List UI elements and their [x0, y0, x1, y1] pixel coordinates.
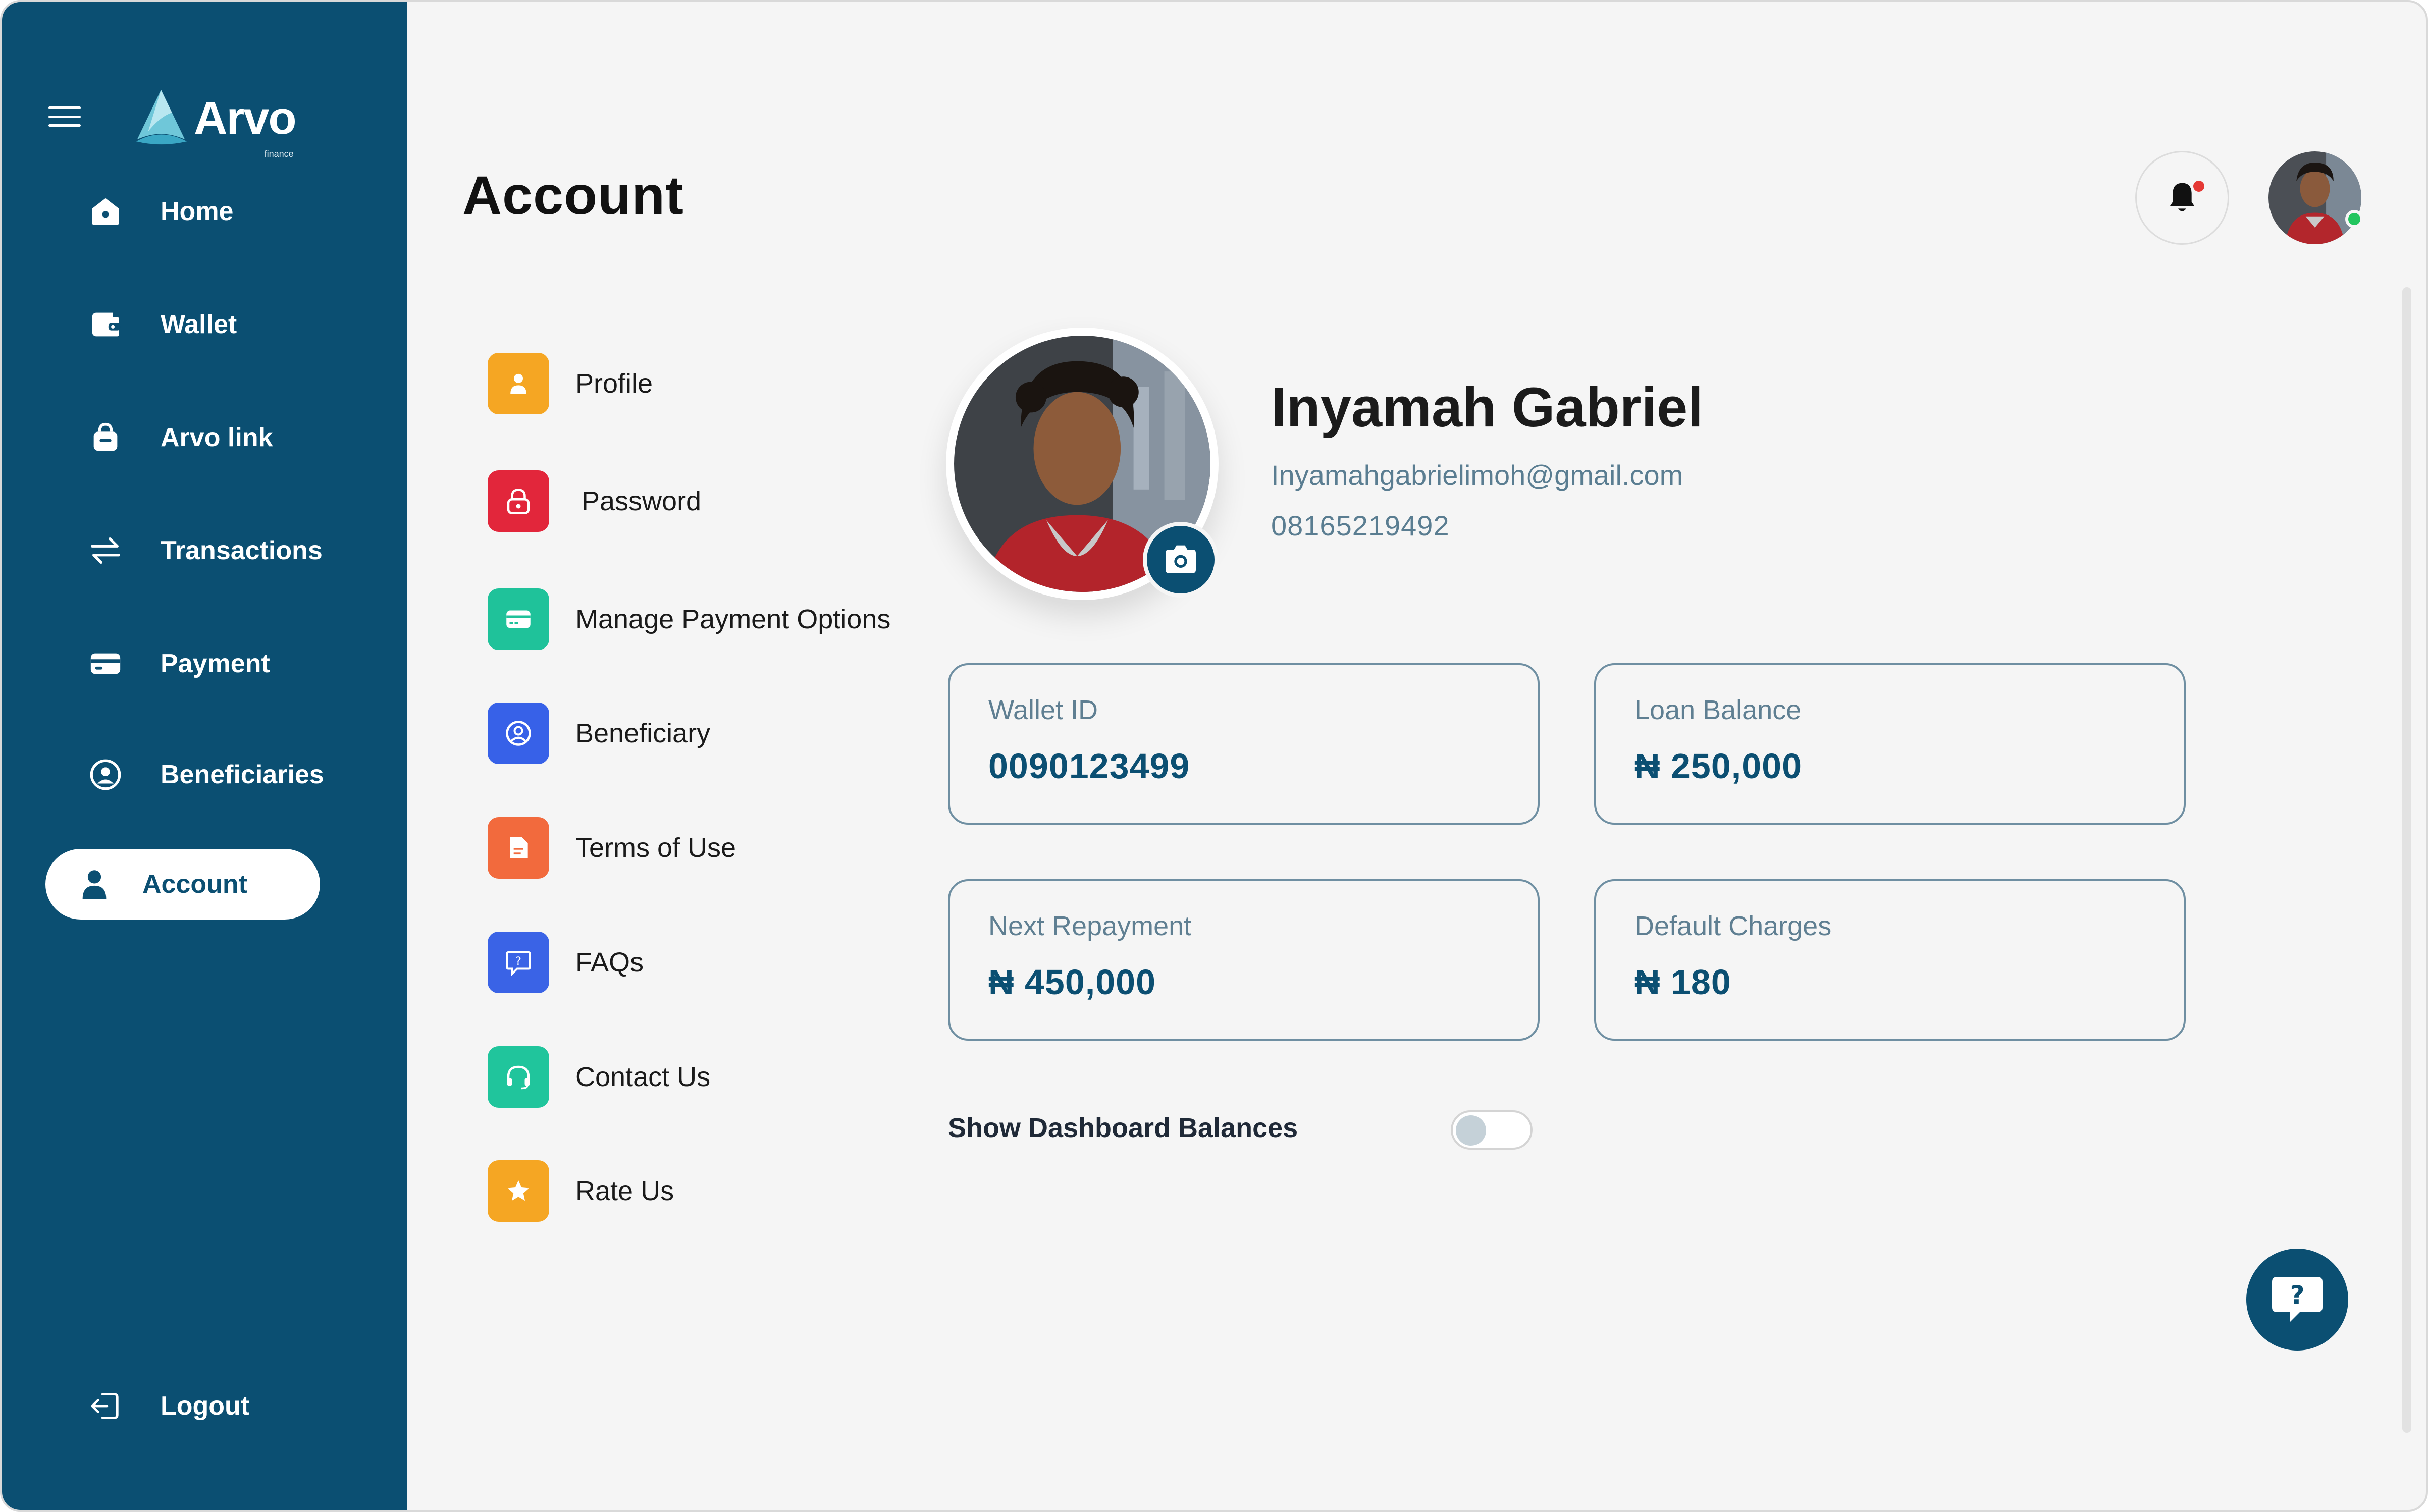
- wallet-icon: [87, 306, 124, 343]
- card-value: 0090123499: [988, 746, 1190, 786]
- home-icon: [87, 193, 124, 230]
- logout-icon: [87, 1387, 124, 1425]
- svg-text:?: ?: [515, 955, 521, 968]
- brand-subtitle: finance: [264, 149, 294, 159]
- notifications-button[interactable]: [2135, 151, 2229, 245]
- menu-item-label: Password: [582, 486, 702, 516]
- card-label: Default Charges: [1634, 911, 1832, 941]
- menu-item-password[interactable]: Password: [488, 470, 701, 532]
- menu-item-rate-us[interactable]: Rate Us: [488, 1160, 674, 1222]
- user-icon: [488, 353, 549, 414]
- toggle-knob: [1456, 1115, 1486, 1146]
- brand-name: Arvo: [194, 92, 297, 144]
- help-chat-icon: ?: [2272, 1277, 2323, 1322]
- sidebar-item-label: Account: [142, 870, 247, 899]
- star-icon: [488, 1160, 549, 1222]
- menu-item-profile[interactable]: Profile: [488, 352, 653, 415]
- sidebar-item-beneficiaries[interactable]: Beneficiaries: [45, 739, 328, 810]
- sidebar-item-label: Payment: [161, 649, 270, 678]
- logout-label: Logout: [161, 1391, 250, 1421]
- app-window: Arvo finance Home Wallet Arvo link Trans…: [0, 0, 2428, 1512]
- card-value: ₦ 250,000: [1634, 746, 1803, 786]
- help-chat-button[interactable]: ?: [2246, 1249, 2348, 1351]
- card-label: Wallet ID: [988, 695, 1098, 725]
- wallet-id-card: Wallet ID 0090123499: [948, 663, 1540, 825]
- logout-button[interactable]: Logout: [45, 1371, 328, 1441]
- lock-icon: [488, 470, 549, 532]
- profile-email: Inyamahgabrielimoh@gmail.com: [1271, 459, 1683, 491]
- profile-phone: 08165219492: [1271, 510, 1450, 542]
- headset-icon: [488, 1046, 549, 1108]
- menu-item-label: Manage Payment Options: [575, 604, 891, 634]
- sidebar-item-label: Transactions: [161, 536, 323, 565]
- change-photo-button[interactable]: [1143, 522, 1219, 598]
- card-value: ₦ 450,000: [988, 962, 1156, 1002]
- sidebar-item-transactions[interactable]: Transactions: [45, 515, 328, 586]
- menu-item-payment-options[interactable]: Manage Payment Options: [488, 588, 890, 651]
- avatar-photo: [2268, 151, 2361, 244]
- menu-item-label: Contact Us: [575, 1062, 711, 1092]
- svg-text:?: ?: [2290, 1280, 2304, 1310]
- camera-icon: [1166, 545, 1196, 573]
- menu-icon[interactable]: [48, 106, 81, 127]
- user-circle-icon: [488, 703, 549, 764]
- notification-dot: [2193, 181, 2204, 192]
- user-icon: [76, 866, 113, 903]
- menu-item-label: Beneficiary: [575, 718, 711, 748]
- sidebar-item-arvo-link[interactable]: Arvo link: [45, 402, 328, 473]
- card-value: ₦ 180: [1634, 962, 1731, 1002]
- user-circle-icon: [87, 756, 124, 793]
- user-avatar[interactable]: [2268, 151, 2361, 244]
- arvo-logo-icon: [136, 89, 187, 145]
- menu-item-label: Terms of Use: [575, 833, 736, 863]
- online-status-dot: [2345, 210, 2363, 228]
- menu-item-label: Rate Us: [575, 1176, 674, 1206]
- card-label: Next Repayment: [988, 911, 1192, 941]
- sidebar-item-label: Wallet: [161, 310, 237, 339]
- card-label: Loan Balance: [1634, 695, 1802, 725]
- show-balances-label: Show Dashboard Balances: [948, 1113, 1298, 1143]
- card-icon: [87, 645, 124, 682]
- show-balances-toggle[interactable]: [1451, 1110, 1533, 1150]
- link-bag-icon: [87, 419, 124, 456]
- profile-name: Inyamah Gabriel: [1271, 376, 1703, 439]
- menu-item-label: Profile: [575, 368, 653, 399]
- menu-item-faqs[interactable]: ? FAQs: [488, 931, 644, 994]
- sidebar-item-label: Beneficiaries: [161, 760, 324, 789]
- document-icon: [488, 817, 549, 879]
- sidebar-item-payment[interactable]: Payment: [45, 628, 328, 699]
- menu-item-label: FAQs: [575, 947, 644, 978]
- next-repayment-card: Next Repayment ₦ 450,000: [948, 879, 1540, 1041]
- sidebar-item-wallet[interactable]: Wallet: [45, 289, 328, 360]
- brand-logo: Arvo finance: [131, 83, 297, 159]
- sidebar-item-account[interactable]: Account: [45, 849, 320, 920]
- menu-item-contact[interactable]: Contact Us: [488, 1046, 710, 1108]
- loan-balance-card: Loan Balance ₦ 250,000: [1594, 663, 2186, 825]
- sidebar-item-home[interactable]: Home: [45, 176, 328, 247]
- menu-item-terms[interactable]: Terms of Use: [488, 817, 736, 879]
- page-title: Account: [462, 165, 684, 226]
- card-icon: [488, 588, 549, 650]
- scrollbar[interactable]: [2402, 287, 2411, 1433]
- question-chat-icon: ?: [488, 932, 549, 993]
- sidebar-item-label: Home: [161, 197, 234, 226]
- sidebar: Arvo finance Home Wallet Arvo link Trans…: [2, 2, 407, 1510]
- default-charges-card: Default Charges ₦ 180: [1594, 879, 2186, 1041]
- menu-item-beneficiary[interactable]: Beneficiary: [488, 702, 710, 765]
- transfer-arrows-icon: [87, 532, 124, 569]
- sidebar-item-label: Arvo link: [161, 423, 273, 452]
